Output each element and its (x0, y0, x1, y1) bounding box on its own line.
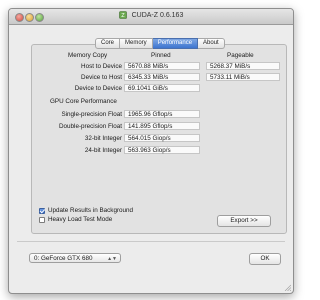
tab-performance[interactable]: Performance (152, 38, 199, 49)
heavy-load-option[interactable]: Heavy Load Test Mode (39, 216, 112, 223)
device-select-value: 0: GeForce GTX 680 (34, 255, 93, 262)
device-to-host-pinned-value: 6345.33 MiB/s (124, 73, 200, 81)
double-precision-value: 141.895 Gflop/s (124, 122, 200, 130)
single-precision-label: Single-precision Float (61, 111, 122, 118)
host-to-device-pageable-value: 5268.37 MiB/s (206, 62, 280, 70)
resize-grip-icon[interactable] (283, 283, 291, 291)
select-arrows-icon: ▲▼ (107, 256, 117, 262)
cuda-z-app-icon: Z (118, 11, 127, 19)
performance-panel: Memory Copy Pinned Pageable Host to Devi… (31, 44, 287, 234)
device-to-device-value: 69.1041 GiB/s (124, 84, 200, 92)
tab-bar: Core Memory Performance About (95, 38, 225, 49)
int32-label: 32-bit Integer (84, 135, 122, 142)
gpu-core-performance-heading: GPU Core Performance (50, 98, 117, 105)
pageable-column-header: Pageable (227, 52, 254, 59)
update-results-option[interactable]: Update Results in Background (39, 207, 133, 214)
device-select[interactable]: 0: GeForce GTX 680 ▲▼ (29, 253, 121, 263)
single-precision-value: 1965.96 Gflop/s (124, 110, 200, 118)
footer-divider (17, 241, 285, 242)
host-to-device-label: Host to Device (81, 63, 122, 70)
ok-button[interactable]: OK (249, 253, 281, 265)
device-to-host-label: Device to Host (81, 74, 122, 81)
tab-core[interactable]: Core (95, 38, 121, 49)
update-results-label: Update Results in Background (48, 207, 134, 214)
tab-memory[interactable]: Memory (120, 38, 153, 49)
window-title: CUDA-Z 0.6.163 (131, 11, 184, 19)
export-button[interactable]: Export >> (217, 215, 271, 227)
memory-copy-heading: Memory Copy (68, 52, 108, 59)
tab-about[interactable]: About (198, 38, 225, 49)
int32-value: 564.015 Giop/s (124, 134, 200, 142)
window-title-area: Z CUDA-Z 0.6.163 (9, 11, 293, 19)
int24-value: 563.963 Giop/s (124, 146, 200, 154)
title-bar[interactable]: Z CUDA-Z 0.6.163 (9, 9, 293, 25)
heavy-load-checkbox[interactable] (39, 216, 45, 223)
device-to-host-pageable-value: 5733.11 MiB/s (206, 73, 280, 81)
int24-label: 24-bit Integer (84, 147, 122, 154)
device-to-device-label: Device to Device (74, 85, 122, 92)
host-to-device-pinned-value: 5670.88 MiB/s (124, 62, 200, 70)
cuda-z-window: Z CUDA-Z 0.6.163 Core Memory Performance… (8, 8, 294, 294)
double-precision-label: Double-precision Float (59, 123, 122, 130)
heavy-load-label: Heavy Load Test Mode (48, 216, 113, 223)
pinned-column-header: Pinned (151, 52, 171, 59)
svg-text:Z: Z (121, 13, 125, 19)
update-results-checkbox[interactable] (39, 207, 45, 214)
